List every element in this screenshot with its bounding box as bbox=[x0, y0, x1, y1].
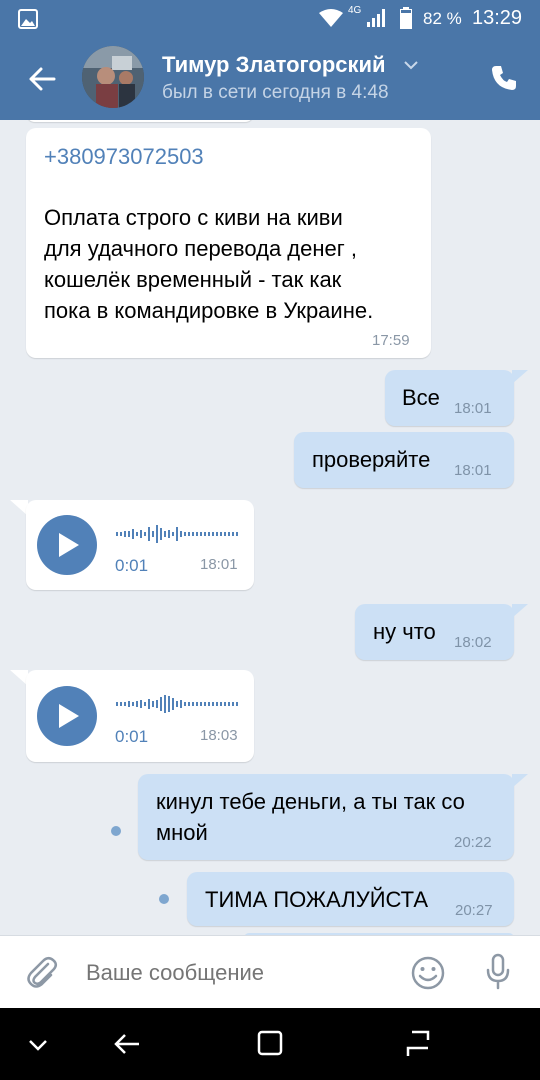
unread-indicator bbox=[159, 894, 169, 904]
battery-percent: 82 % bbox=[423, 9, 462, 28]
back-icon[interactable] bbox=[113, 1032, 141, 1056]
avatar[interactable] bbox=[82, 46, 144, 108]
message-time: 18:01 bbox=[200, 556, 238, 573]
last-seen-status: был в сети сегодня в 4:48 bbox=[162, 82, 389, 103]
outgoing-message[interactable]: кинул тебе деньги, а ты так со мной 20:2… bbox=[138, 774, 514, 860]
voice-message[interactable]: 0:01 18:03 bbox=[26, 670, 254, 762]
play-icon bbox=[59, 704, 79, 728]
microphone-icon[interactable] bbox=[485, 953, 511, 991]
play-button[interactable] bbox=[37, 515, 97, 575]
incoming-message[interactable]: +380973072503 Оплата строго с киви на ки… bbox=[26, 128, 431, 358]
message-line: кинул тебе деньги, а ты так со bbox=[156, 789, 465, 814]
message-composer bbox=[0, 935, 540, 1008]
voice-duration: 0:01 bbox=[115, 556, 149, 575]
back-arrow-icon[interactable] bbox=[28, 65, 56, 93]
message-time: 18:01 bbox=[454, 462, 492, 479]
contact-photo bbox=[82, 46, 144, 108]
chevron-down-icon[interactable] bbox=[28, 1038, 48, 1052]
message-text: Все bbox=[402, 385, 440, 410]
message-time: 18:02 bbox=[454, 634, 492, 651]
outgoing-message[interactable]: проверяйте 18:01 bbox=[294, 432, 514, 488]
phone-number-link[interactable]: +380973072503 bbox=[44, 144, 204, 170]
outgoing-message[interactable]: ТИМА ПОЖАЛУЙСТА 20:27 bbox=[187, 872, 514, 926]
message-time: 18:03 bbox=[200, 727, 238, 744]
recent-apps-icon[interactable] bbox=[257, 1030, 283, 1056]
clock: 13:29 bbox=[472, 7, 523, 29]
bubble-tail bbox=[512, 370, 528, 384]
chat-header: Тимур Златогорский был в сети сегодня в … bbox=[0, 38, 540, 120]
unread-indicator bbox=[111, 826, 121, 836]
emoji-icon[interactable] bbox=[411, 956, 445, 990]
paperclip-icon[interactable] bbox=[26, 956, 58, 990]
system-navigation-bar bbox=[0, 1008, 540, 1080]
voice-waveform[interactable] bbox=[116, 524, 242, 544]
status-bar: 4G 82 % 13:29 bbox=[0, 0, 540, 38]
message-time: 18:01 bbox=[454, 400, 492, 417]
previous-message-bubble bbox=[26, 120, 254, 122]
outgoing-message[interactable]: ну что 18:02 bbox=[355, 604, 514, 660]
network-type-label: 4G bbox=[348, 5, 362, 16]
message-time: 17:59 bbox=[372, 332, 410, 349]
wifi-icon bbox=[319, 9, 343, 27]
message-line: кошелёк временный - так как bbox=[44, 267, 342, 292]
message-time: 20:22 bbox=[454, 834, 492, 851]
voice-message[interactable]: 0:01 18:01 bbox=[26, 500, 254, 590]
message-text: Оплата строго с киви на киви для удачног… bbox=[44, 202, 424, 326]
outgoing-message[interactable]: Все 18:01 bbox=[385, 370, 514, 426]
message-text: ну что bbox=[373, 619, 436, 644]
battery-icon bbox=[400, 7, 412, 29]
play-icon bbox=[59, 533, 79, 557]
message-text: проверяйте bbox=[312, 447, 431, 472]
message-line: пока в командировке в Украине. bbox=[44, 298, 374, 323]
phone-call-icon[interactable] bbox=[490, 64, 518, 92]
signal-icon bbox=[367, 9, 385, 27]
message-time: 20:27 bbox=[455, 902, 493, 919]
message-line: Оплата строго с киви на киви bbox=[44, 205, 343, 230]
play-button[interactable] bbox=[37, 686, 97, 746]
voice-duration: 0:01 bbox=[115, 727, 149, 746]
gallery-notification-icon bbox=[18, 9, 38, 29]
message-list[interactable]: +380973072503 Оплата строго с киви на ки… bbox=[0, 120, 540, 935]
message-input[interactable] bbox=[84, 950, 388, 996]
contact-name[interactable]: Тимур Златогорский bbox=[162, 52, 386, 78]
bubble-tail bbox=[512, 604, 528, 618]
voice-waveform[interactable] bbox=[116, 694, 242, 714]
bubble-tail bbox=[512, 774, 528, 788]
chevron-down-icon[interactable] bbox=[403, 60, 419, 70]
message-line: для удачного перевода денег , bbox=[44, 236, 357, 261]
message-text: ТИМА ПОЖАЛУЙСТА bbox=[205, 887, 429, 912]
home-icon[interactable] bbox=[406, 1030, 434, 1058]
